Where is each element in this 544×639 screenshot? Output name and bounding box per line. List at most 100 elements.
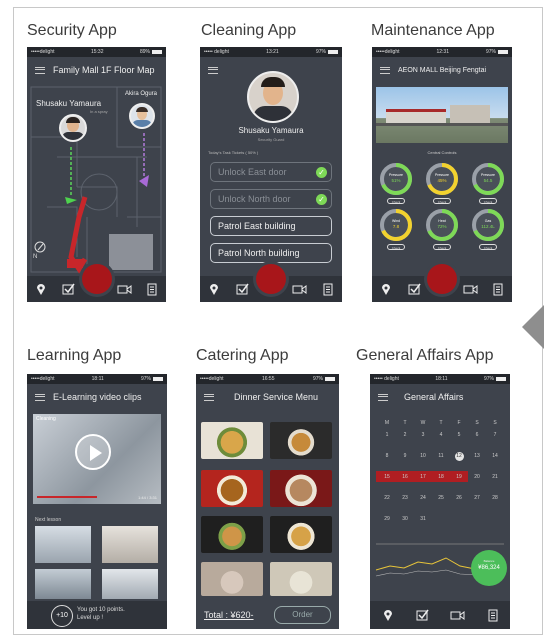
- next-arrow-icon[interactable]: [522, 305, 544, 349]
- task-progress-label: Today's Task Tickets ( 50% ): [208, 150, 259, 155]
- document-icon[interactable]: [320, 281, 336, 297]
- calendar-day[interactable]: 24: [414, 495, 432, 501]
- map-pin-icon[interactable]: [33, 281, 49, 297]
- tab-bar: [370, 601, 510, 629]
- calendar-day[interactable]: 1: [378, 432, 396, 438]
- status-bar: ••••• delight 13:21 97%: [200, 47, 342, 57]
- balance-label: Balance: [483, 559, 495, 563]
- calendar-day[interactable]: 2: [396, 432, 414, 438]
- calendar-day[interactable]: 25: [432, 495, 450, 501]
- task-item[interactable]: Unlock East door ✓: [210, 162, 332, 182]
- calendar-day[interactable]: 27: [468, 495, 486, 501]
- calendar-day[interactable]: 18: [432, 474, 450, 480]
- lesson-thumbnail[interactable]: [35, 526, 91, 563]
- task-item[interactable]: Patrol East building: [210, 216, 332, 236]
- map-pin-icon[interactable]: [378, 281, 394, 297]
- menu-item[interactable]: [201, 470, 263, 507]
- calendar-day[interactable]: 5: [450, 432, 468, 438]
- record-button[interactable]: [81, 264, 112, 294]
- progress-bar[interactable]: [37, 496, 97, 498]
- menu-icon[interactable]: [204, 393, 214, 401]
- header: AEON MALL Beijing Fengtai: [372, 57, 512, 83]
- avatar[interactable]: [247, 71, 299, 123]
- calendar-day[interactable]: 15: [378, 474, 396, 480]
- avatar[interactable]: [59, 114, 87, 142]
- lesson-thumbnail[interactable]: [35, 569, 91, 599]
- points-message-2: Level up !: [77, 615, 104, 621]
- calendar-day[interactable]: 6: [468, 432, 486, 438]
- menu-icon[interactable]: [208, 66, 218, 74]
- menu-item[interactable]: [201, 516, 263, 553]
- calendar-day[interactable]: 29: [378, 516, 396, 522]
- lesson-thumbnail[interactable]: [102, 526, 158, 563]
- calendar-day[interactable]: 3: [414, 432, 432, 438]
- menu-icon[interactable]: [35, 393, 45, 401]
- menu-item[interactable]: [270, 562, 332, 596]
- points-message: You got 10 points.: [77, 607, 125, 613]
- play-icon: [90, 445, 102, 461]
- calendar-day[interactable]: 14: [486, 453, 504, 459]
- calendar-day[interactable]: 16: [396, 474, 414, 480]
- calendar-day[interactable]: 10: [414, 453, 432, 459]
- checklist-icon[interactable]: [235, 281, 251, 297]
- calendar-day[interactable]: 23: [396, 495, 414, 501]
- calendar-day[interactable]: 11: [432, 453, 450, 459]
- menu-item[interactable]: [270, 422, 332, 459]
- menu-item[interactable]: [201, 422, 263, 459]
- map-pin-icon[interactable]: [380, 607, 396, 623]
- play-button[interactable]: [75, 434, 111, 470]
- record-button[interactable]: [256, 264, 286, 294]
- order-button[interactable]: Order: [274, 606, 331, 624]
- check-icon: ✓: [316, 194, 327, 205]
- calendar-day[interactable]: 26: [450, 495, 468, 501]
- video-camera-icon[interactable]: [291, 281, 307, 297]
- calendar-day[interactable]: 22: [378, 495, 396, 501]
- calendar-day[interactable]: 30: [396, 516, 414, 522]
- calendar-day[interactable]: 17: [414, 474, 432, 480]
- calendar-day[interactable]: 9: [396, 453, 414, 459]
- lesson-thumbnail[interactable]: [102, 569, 158, 599]
- balance-bubble[interactable]: Balance ¥86,324: [471, 550, 507, 586]
- calendar-day[interactable]: 4: [432, 432, 450, 438]
- calendar-day[interactable]: 20: [468, 474, 486, 480]
- checklist-icon[interactable]: [406, 281, 422, 297]
- document-icon[interactable]: [490, 281, 506, 297]
- user2-name: Akira Ogura: [125, 91, 158, 97]
- next-lesson-label: Next lesson: [35, 517, 62, 523]
- weekday-label: T: [403, 420, 407, 426]
- weekday-label: S: [493, 420, 497, 426]
- weekday-label: T: [439, 420, 443, 426]
- phone-maintenance: •••••delight 12:31 97% AEON MALL Beijing F…: [372, 47, 512, 302]
- video-player[interactable]: Cleaning 1:44 / 3:31: [33, 414, 161, 504]
- calendar-day[interactable]: 8: [378, 453, 396, 459]
- task-item[interactable]: Unlock North door ✓: [210, 189, 332, 209]
- menu-item[interactable]: [201, 562, 263, 596]
- document-icon[interactable]: [485, 607, 501, 623]
- menu-item[interactable]: [270, 470, 332, 507]
- task-item[interactable]: Patrol North building: [210, 243, 332, 263]
- title-catering: Catering App: [196, 347, 289, 364]
- video-camera-icon[interactable]: [450, 607, 466, 623]
- calendar-day[interactable]: 19: [450, 474, 468, 480]
- checklist-icon[interactable]: [415, 607, 431, 623]
- video-camera-icon[interactable]: [116, 281, 132, 297]
- map-pin-icon[interactable]: [206, 281, 222, 297]
- calendar-day-today[interactable]: 12: [454, 452, 464, 461]
- phone-security: •••••delight 15:32 89% Family Mall 1F Floo…: [27, 47, 166, 302]
- points-bar: +10 You got 10 points. Level up !: [27, 601, 167, 629]
- calendar-day[interactable]: 21: [486, 474, 504, 480]
- menu-icon[interactable]: [380, 66, 390, 74]
- calendar-day[interactable]: 28: [486, 495, 504, 501]
- avatar[interactable]: [129, 103, 155, 129]
- header: Dinner Service Menu: [196, 384, 339, 410]
- calendar-day[interactable]: 7: [486, 432, 504, 438]
- record-button[interactable]: [427, 264, 457, 294]
- video-camera-icon[interactable]: [462, 281, 478, 297]
- title-learning: Learning App: [27, 347, 122, 364]
- calendar-day[interactable]: 13: [468, 453, 486, 459]
- document-icon[interactable]: [144, 281, 160, 297]
- menu-item[interactable]: [270, 516, 332, 553]
- calendar-day[interactable]: 31: [414, 516, 432, 522]
- header: E-Learning video clips: [27, 384, 167, 410]
- checklist-icon[interactable]: [61, 281, 77, 297]
